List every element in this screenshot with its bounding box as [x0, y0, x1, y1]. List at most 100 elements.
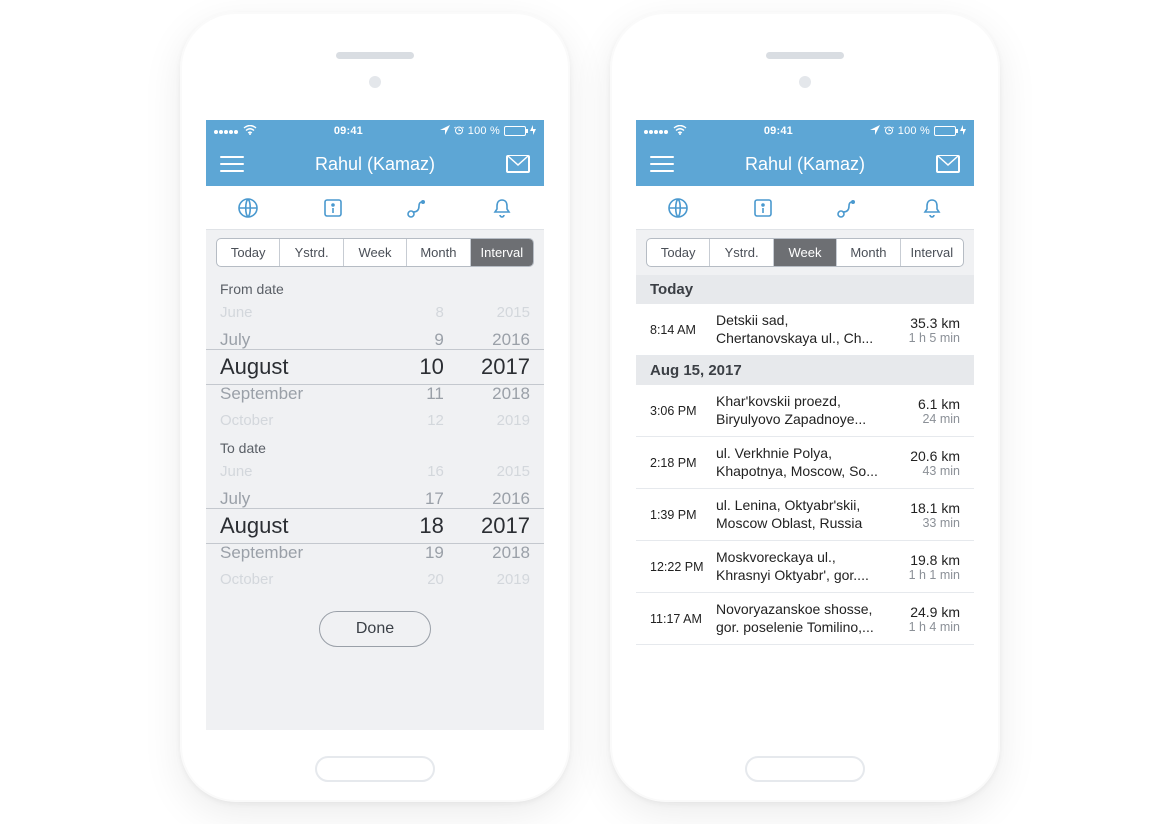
trip-row[interactable]: 11:17 AMNovoryazanskoe shosse,gor. posel… — [636, 593, 974, 645]
done-button[interactable]: Done — [319, 611, 431, 647]
from-date-label: From date — [206, 275, 544, 299]
tab-icons — [206, 186, 544, 230]
seg-today[interactable]: Today — [647, 239, 710, 266]
battery-icon — [934, 126, 956, 136]
seg-ystrd[interactable]: Ystrd. — [280, 239, 343, 266]
screen: 09:41 100 % Rahul (Kamaz) — [206, 120, 544, 730]
status-time: 09:41 — [691, 125, 866, 137]
picker-day-selected[interactable]: 18 — [358, 512, 444, 539]
picker-year[interactable]: 2016 — [444, 485, 530, 512]
picker-day[interactable]: 8 — [358, 299, 444, 326]
charging-icon — [960, 125, 966, 138]
trip-address: Detskii sad,Chertanovskaya ul., Ch... — [716, 312, 880, 347]
seg-today[interactable]: Today — [217, 239, 280, 266]
tab-globe[interactable] — [206, 186, 291, 229]
picker-day[interactable]: 19 — [358, 539, 444, 566]
picker-month-selected[interactable]: August — [220, 512, 358, 539]
picker-month[interactable]: June — [220, 458, 358, 485]
screen: 09:41 100 % Rahul (Kamaz) Today Ystrd. W… — [636, 120, 974, 730]
seg-week[interactable]: Week — [344, 239, 407, 266]
picker-year-selected[interactable]: 2017 — [444, 512, 530, 539]
menu-button[interactable] — [220, 156, 244, 172]
picker-day[interactable]: 20 — [358, 566, 444, 593]
tab-info[interactable] — [291, 186, 376, 229]
home-button[interactable] — [315, 756, 435, 782]
picker-day-selected[interactable]: 10 — [358, 353, 444, 380]
trip-time: 8:14 AM — [650, 323, 708, 337]
picker-day[interactable]: 17 — [358, 485, 444, 512]
charging-icon — [530, 125, 536, 138]
from-date-picker[interactable]: June July August September October 8 9 1… — [206, 299, 544, 434]
to-date-label: To date — [206, 434, 544, 458]
mail-button[interactable] — [936, 155, 960, 173]
trip-meta: 24.9 km1 h 4 min — [888, 604, 960, 634]
phone-interval: 09:41 100 % Rahul (Kamaz) — [180, 12, 570, 802]
picker-month[interactable]: July — [220, 326, 358, 353]
picker-year[interactable]: 2018 — [444, 380, 530, 407]
picker-year[interactable]: 2016 — [444, 326, 530, 353]
nav-header: Rahul (Kamaz) — [206, 142, 544, 186]
picker-month[interactable]: July — [220, 485, 358, 512]
tab-globe[interactable] — [636, 186, 721, 229]
segment-control: Today Ystrd. Week Month Interval — [646, 238, 964, 267]
mail-button[interactable] — [506, 155, 530, 173]
nav-header: Rahul (Kamaz) — [636, 142, 974, 186]
picker-month[interactable]: September — [220, 539, 358, 566]
picker-year[interactable]: 2015 — [444, 299, 530, 326]
page-title: Rahul (Kamaz) — [315, 154, 435, 175]
seg-interval[interactable]: Interval — [471, 239, 533, 266]
page-title: Rahul (Kamaz) — [745, 154, 865, 175]
phone-camera — [799, 76, 811, 88]
section-header: Aug 15, 2017 — [636, 356, 974, 385]
seg-interval[interactable]: Interval — [901, 239, 963, 266]
tab-info[interactable] — [721, 186, 806, 229]
menu-button[interactable] — [650, 156, 674, 172]
status-bar: 09:41 100 % — [636, 120, 974, 142]
seg-week[interactable]: Week — [774, 239, 837, 266]
location-icon — [870, 125, 880, 138]
segment-control: Today Ystrd. Week Month Interval — [216, 238, 534, 267]
picker-year[interactable]: 2015 — [444, 458, 530, 485]
picker-year[interactable]: 2019 — [444, 566, 530, 593]
home-button[interactable] — [745, 756, 865, 782]
picker-month[interactable]: October — [220, 407, 358, 434]
trip-address: ul. Lenina, Oktyabr'skii,Moscow Oblast, … — [716, 497, 880, 532]
trip-time: 2:18 PM — [650, 456, 708, 470]
status-time: 09:41 — [261, 125, 436, 137]
picker-month[interactable]: October — [220, 566, 358, 593]
picker-day[interactable]: 16 — [358, 458, 444, 485]
seg-month[interactable]: Month — [407, 239, 470, 266]
trip-row[interactable]: 8:14 AM Detskii sad,Chertanovskaya ul., C… — [636, 304, 974, 356]
trip-row[interactable]: 1:39 PMul. Lenina, Oktyabr'skii,Moscow O… — [636, 489, 974, 541]
signal-dots-icon — [214, 125, 239, 137]
picker-month-selected[interactable]: August — [220, 353, 358, 380]
segment-wrap: Today Ystrd. Week Month Interval — [636, 230, 974, 275]
to-date-picker[interactable]: June July August September October 16 17… — [206, 458, 544, 593]
alarm-icon — [454, 125, 464, 138]
tab-route[interactable] — [805, 186, 890, 229]
tab-icons — [636, 186, 974, 230]
trip-row[interactable]: 2:18 PMul. Verkhnie Polya,Khapotnya, Mos… — [636, 437, 974, 489]
picker-year[interactable]: 2019 — [444, 407, 530, 434]
trip-meta: 35.3 km1 h 5 min — [888, 315, 960, 345]
trip-address: Novoryazanskoe shosse,gor. poselenie Tom… — [716, 601, 880, 636]
trip-meta: 20.6 km43 min — [888, 448, 960, 478]
picker-year-selected[interactable]: 2017 — [444, 353, 530, 380]
seg-ystrd[interactable]: Ystrd. — [710, 239, 773, 266]
trip-row[interactable]: 12:22 PMMoskvoreckaya ul.,Khrasnyi Oktya… — [636, 541, 974, 593]
tab-route[interactable] — [375, 186, 460, 229]
alarm-icon — [884, 125, 894, 138]
picker-month[interactable]: September — [220, 380, 358, 407]
seg-month[interactable]: Month — [837, 239, 900, 266]
picker-month[interactable]: June — [220, 299, 358, 326]
trip-meta: 19.8 km1 h 1 min — [888, 552, 960, 582]
picker-day[interactable]: 12 — [358, 407, 444, 434]
segment-wrap: Today Ystrd. Week Month Interval — [206, 230, 544, 275]
tab-bell[interactable] — [460, 186, 545, 229]
trip-row[interactable]: 3:06 PMKhar'kovskii proezd,Biryulyovo Za… — [636, 385, 974, 437]
tab-bell[interactable] — [890, 186, 975, 229]
picker-year[interactable]: 2018 — [444, 539, 530, 566]
picker-day[interactable]: 9 — [358, 326, 444, 353]
picker-day[interactable]: 11 — [358, 380, 444, 407]
trip-list[interactable]: Today8:14 AMDetskii sad,Chertanovskaya u… — [636, 275, 974, 730]
